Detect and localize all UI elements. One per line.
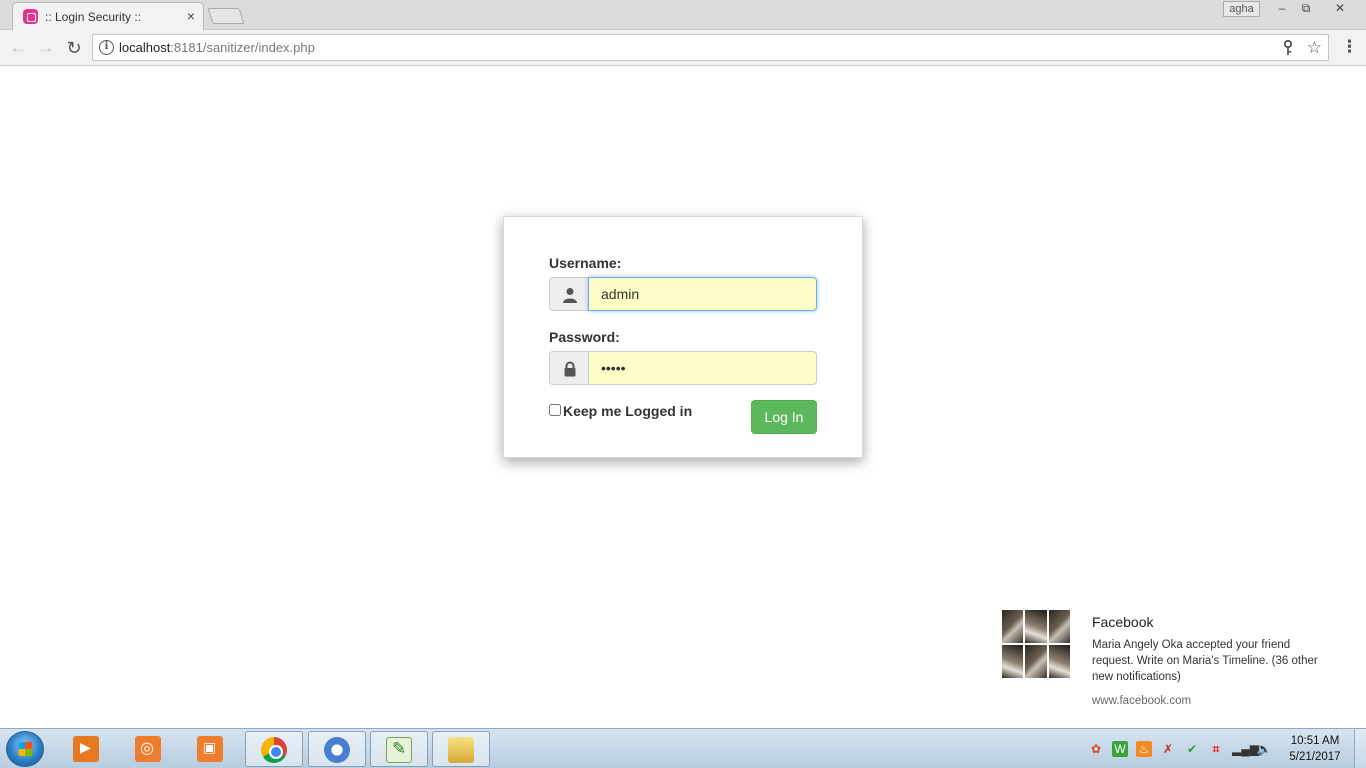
- profile-photo-collage: [1002, 610, 1070, 678]
- url-host: localhost: [119, 40, 171, 55]
- taskbar: ✿ W ♨ ✗ ✔ ⌗ ▂▄▆ 🔈 10:51 AM 5/21/2017: [0, 728, 1366, 768]
- start-button[interactable]: [6, 731, 44, 767]
- login-card: Username: Password: Keep me Logged in Lo…: [503, 216, 863, 458]
- wamp-favicon-icon: [23, 9, 38, 24]
- minimize-icon[interactable]: –: [1270, 1, 1294, 17]
- restore-icon[interactable]: ⧉: [1294, 1, 1318, 17]
- signal-bars-icon[interactable]: ▂▄▆: [1232, 741, 1259, 757]
- wamp-icon[interactable]: W: [1112, 741, 1128, 757]
- taskbar-explorer[interactable]: [432, 731, 490, 767]
- forward-arrow-icon[interactable]: →: [36, 38, 56, 58]
- remote-user-icon: [324, 737, 350, 763]
- password-input[interactable]: [588, 351, 817, 385]
- browser-tab-strip: :: Login Security :: × agha – ⧉ ✕: [0, 0, 1366, 30]
- close-icon[interactable]: ✕: [1328, 1, 1352, 17]
- password-input-group: [549, 351, 817, 385]
- taskbar-chrome[interactable]: [245, 731, 303, 767]
- screen-capture-icon: [135, 736, 161, 762]
- clock-time: 10:51 AM: [1290, 735, 1340, 747]
- taskbar-media-player[interactable]: [58, 731, 116, 767]
- back-arrow-icon[interactable]: ←: [8, 38, 28, 58]
- notification-title: Facebook: [1092, 614, 1154, 630]
- show-desktop-button[interactable]: [1354, 729, 1366, 768]
- crop-tool-icon[interactable]: ⌗: [1208, 741, 1224, 757]
- new-tab-button[interactable]: [207, 8, 245, 24]
- tab-title: :: Login Security ::: [45, 10, 142, 24]
- taskbar-camera-app[interactable]: [120, 731, 178, 767]
- username-label: Username:: [549, 255, 622, 271]
- address-bar[interactable]: i localhost:8181/sanitizer/index.php ☆: [92, 34, 1329, 61]
- browser-menu-icon[interactable]: ⋮: [1341, 38, 1358, 58]
- tab-close-icon[interactable]: ×: [187, 8, 195, 24]
- camera-icon: [197, 736, 223, 762]
- reload-icon[interactable]: ↻: [64, 38, 84, 58]
- clock-date: 5/21/2017: [1289, 751, 1341, 763]
- login-button[interactable]: Log In: [751, 400, 817, 434]
- java-icon[interactable]: ♨: [1136, 741, 1152, 757]
- media-player-icon: [73, 736, 99, 762]
- profile-badge[interactable]: agha: [1223, 1, 1260, 17]
- folder-icon: [448, 737, 474, 763]
- notification-source: www.facebook.com: [1092, 695, 1192, 707]
- key-icon[interactable]: [1282, 39, 1296, 56]
- user-icon: [549, 277, 589, 311]
- remember-me-label[interactable]: Keep me Logged in: [563, 403, 692, 419]
- notification-body: Maria Angely Oka accepted your friend re…: [1092, 639, 1318, 683]
- lock-icon: [549, 351, 589, 385]
- browser-toolbar: ← → ↻ i localhost:8181/sanitizer/index.p…: [0, 30, 1366, 66]
- speaker-icon[interactable]: 🔈: [1256, 741, 1272, 757]
- system-clock[interactable]: 10:51 AM 5/21/2017: [1280, 733, 1350, 765]
- colors-icon[interactable]: ✿: [1088, 741, 1104, 757]
- notepad-icon: [386, 737, 412, 763]
- network-x-icon[interactable]: ✗: [1160, 741, 1176, 757]
- facebook-notification[interactable]: Facebook Maria Angely Oka accepted your …: [1000, 608, 1366, 718]
- url-path: :8181/sanitizer/index.php: [170, 40, 315, 55]
- browser-tab[interactable]: :: Login Security :: ×: [12, 2, 204, 30]
- taskbar-screenshot-app[interactable]: [182, 731, 240, 767]
- taskbar-notepad[interactable]: [370, 731, 428, 767]
- url-text[interactable]: localhost:8181/sanitizer/index.php: [119, 40, 315, 55]
- chrome-icon: [261, 737, 287, 763]
- security-check-icon[interactable]: ✔: [1184, 741, 1200, 757]
- taskbar-remote-app[interactable]: [308, 731, 366, 767]
- username-input[interactable]: [588, 277, 817, 311]
- remember-me-checkbox[interactable]: [549, 404, 561, 416]
- site-info-icon[interactable]: i: [99, 40, 114, 55]
- password-label: Password:: [549, 329, 620, 345]
- username-input-group: [549, 277, 817, 311]
- bookmark-star-icon[interactable]: ☆: [1307, 38, 1322, 58]
